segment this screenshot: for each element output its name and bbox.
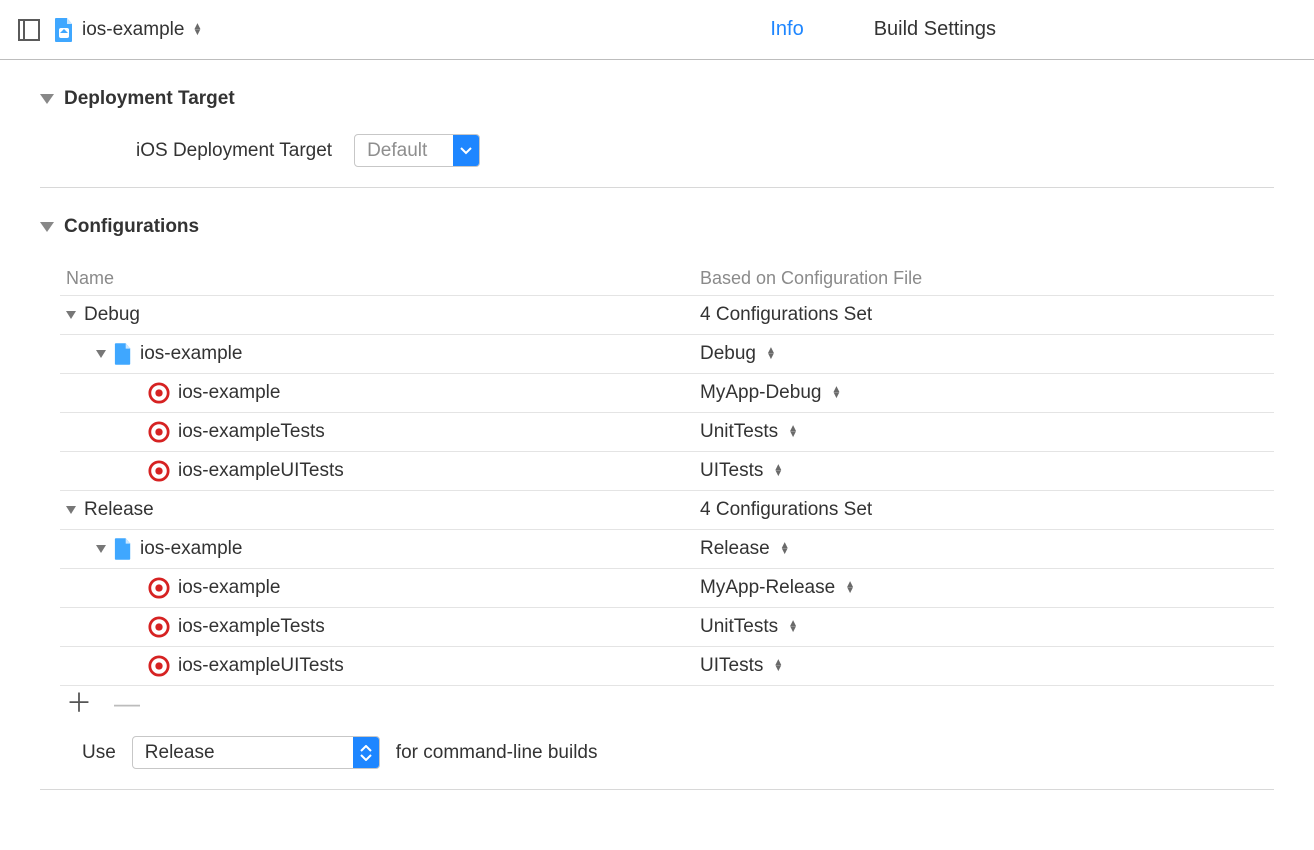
panel-toggle-icon[interactable]: [18, 19, 40, 41]
target-icon: [148, 655, 170, 677]
add-button[interactable]: ＋: [66, 692, 90, 714]
config-file[interactable]: UITests: [700, 460, 763, 482]
config-file[interactable]: Release: [700, 538, 770, 560]
config-name: Release: [84, 499, 154, 521]
section-divider: [40, 789, 1274, 790]
project-picker[interactable]: ios-example: [54, 18, 202, 42]
target-icon: [148, 382, 170, 404]
updown-icon: [766, 348, 776, 360]
updown-icon: [780, 543, 790, 555]
deployment-target-label: iOS Deployment Target: [136, 140, 332, 162]
config-file[interactable]: Debug: [700, 343, 756, 365]
deployment-target-row: iOS Deployment Target Default: [40, 134, 1274, 167]
config-row-target[interactable]: ios-example MyApp-Debug: [60, 373, 1274, 412]
column-header-name: Name: [60, 268, 700, 289]
target-name: ios-example: [178, 577, 280, 599]
config-row-release[interactable]: Release 4 Configurations Set: [60, 490, 1274, 529]
disclosure-triangle-icon: [40, 222, 54, 232]
disclosure-triangle-icon: [96, 545, 106, 553]
project-file-icon: [54, 18, 74, 42]
disclosure-triangle-icon: [66, 311, 76, 319]
config-name: Debug: [84, 304, 140, 326]
config-row-project[interactable]: ios-example Debug: [60, 334, 1274, 373]
content-area: Deployment Target iOS Deployment Target …: [0, 60, 1314, 850]
config-row-target[interactable]: ios-example MyApp-Release: [60, 568, 1274, 607]
config-summary: 4 Configurations Set: [700, 499, 872, 521]
target-icon: [148, 577, 170, 599]
updown-icon: [773, 660, 783, 672]
deployment-target-value: Default: [355, 135, 453, 166]
target-icon: [148, 616, 170, 638]
table-header-row: Name Based on Configuration File: [60, 262, 1274, 295]
command-line-build-row: Use Release for command-line builds: [60, 720, 1274, 775]
command-line-config-value: Release: [133, 737, 353, 768]
config-row-target[interactable]: ios-exampleUITests UITests: [60, 646, 1274, 685]
updown-icon: [192, 24, 202, 36]
updown-icon: [353, 737, 379, 768]
target-name: ios-exampleUITests: [178, 655, 344, 677]
tab-build-settings[interactable]: Build Settings: [874, 18, 996, 41]
disclosure-triangle-icon: [66, 506, 76, 514]
updown-icon: [845, 582, 855, 594]
column-header-based: Based on Configuration File: [700, 268, 1274, 289]
use-label: Use: [82, 742, 116, 764]
editor-tabs: Info Build Settings: [770, 18, 996, 41]
target-name: ios-exampleTests: [178, 616, 325, 638]
config-row-target[interactable]: ios-exampleTests UnitTests: [60, 412, 1274, 451]
project-file-icon: [114, 343, 132, 365]
config-file[interactable]: UnitTests: [700, 421, 778, 443]
section-configurations: Configurations Name Based on Configurati…: [40, 188, 1274, 810]
section-title: Configurations: [64, 216, 199, 238]
editor-topbar: ios-example Info Build Settings: [0, 0, 1314, 60]
updown-icon: [788, 621, 798, 633]
command-line-config-select[interactable]: Release: [132, 736, 380, 769]
section-title: Deployment Target: [64, 88, 235, 110]
project-name: ios-example: [82, 19, 184, 41]
section-header-configurations[interactable]: Configurations: [40, 216, 1274, 238]
config-row-target[interactable]: ios-exampleUITests UITests: [60, 451, 1274, 490]
config-file[interactable]: MyApp-Release: [700, 577, 835, 599]
config-row-target[interactable]: ios-exampleTests UnitTests: [60, 607, 1274, 646]
config-summary: 4 Configurations Set: [700, 304, 872, 326]
config-row-project[interactable]: ios-example Release: [60, 529, 1274, 568]
project-file-icon: [114, 538, 132, 560]
disclosure-triangle-icon: [96, 350, 106, 358]
project-name: ios-example: [140, 343, 242, 365]
deployment-target-select[interactable]: Default: [354, 134, 480, 167]
configurations-table: Name Based on Configuration File Debug 4…: [60, 262, 1274, 775]
use-suffix: for command-line builds: [396, 742, 598, 764]
remove-button[interactable]: —: [114, 692, 138, 714]
disclosure-triangle-icon: [40, 94, 54, 104]
project-name: ios-example: [140, 538, 242, 560]
target-name: ios-exampleTests: [178, 421, 325, 443]
section-deployment-target: Deployment Target iOS Deployment Target …: [40, 60, 1274, 188]
target-name: ios-example: [178, 382, 280, 404]
config-row-debug[interactable]: Debug 4 Configurations Set: [60, 295, 1274, 334]
section-header-deployment[interactable]: Deployment Target: [40, 88, 1274, 110]
config-file[interactable]: UITests: [700, 655, 763, 677]
config-file[interactable]: UnitTests: [700, 616, 778, 638]
updown-icon: [788, 426, 798, 438]
target-icon: [148, 421, 170, 443]
updown-icon: [831, 387, 841, 399]
config-file[interactable]: MyApp-Debug: [700, 382, 821, 404]
target-icon: [148, 460, 170, 482]
updown-icon: [773, 465, 783, 477]
chevron-down-icon: [453, 135, 479, 166]
configurations-footer: ＋ —: [60, 685, 1274, 720]
tab-info[interactable]: Info: [770, 18, 803, 41]
target-name: ios-exampleUITests: [178, 460, 344, 482]
